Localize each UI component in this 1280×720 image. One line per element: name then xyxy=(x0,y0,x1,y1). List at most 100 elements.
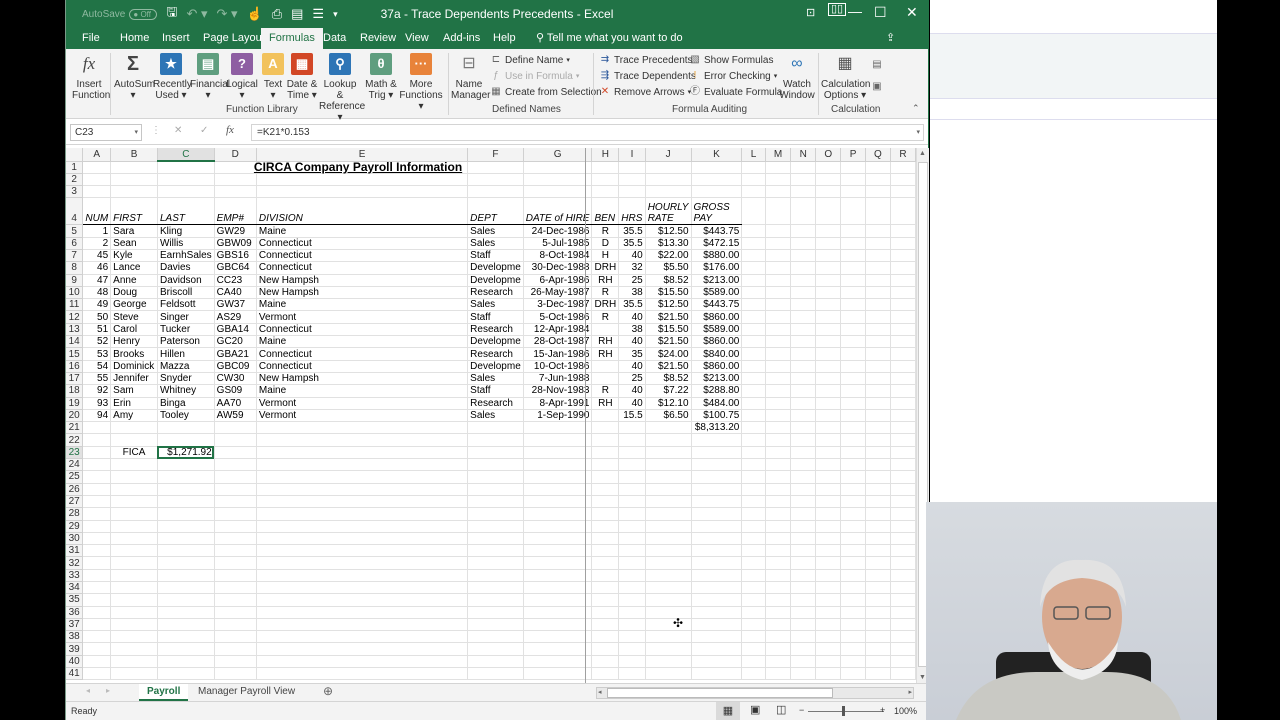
name-box-dropdown-icon[interactable]: ▾ xyxy=(134,125,138,140)
cell-m14[interactable] xyxy=(765,335,792,349)
use-in-formula-button[interactable]: ƒ Use in Formula ▾ xyxy=(490,70,579,82)
cell-b20[interactable]: Amy xyxy=(110,409,158,423)
cell-r6[interactable] xyxy=(890,237,916,250)
cell-r2[interactable] xyxy=(890,173,916,187)
cell-j28[interactable] xyxy=(645,507,692,521)
cell-o41[interactable] xyxy=(815,667,842,681)
cell-g16[interactable]: 10-Oct-1986 xyxy=(523,360,593,373)
cell-c32[interactable] xyxy=(157,556,215,570)
zoom-slider-thumb[interactable] xyxy=(842,706,845,716)
cell-f37[interactable] xyxy=(467,618,524,632)
cell-n39[interactable] xyxy=(790,642,817,656)
cell-b25[interactable] xyxy=(110,470,158,484)
cell-l33[interactable] xyxy=(741,569,766,583)
cell-a16[interactable]: 54 xyxy=(82,360,112,373)
cell-e39[interactable] xyxy=(256,642,469,656)
cell-l39[interactable] xyxy=(741,642,766,656)
cell-c17[interactable]: Snyder xyxy=(157,372,215,386)
column-header-b[interactable]: B xyxy=(110,148,158,162)
cell-l9[interactable] xyxy=(741,274,766,287)
cell-l20[interactable] xyxy=(741,409,766,423)
cell-e17[interactable]: New Hampsh xyxy=(256,372,469,386)
horizontal-scroll-thumb[interactable] xyxy=(607,688,833,698)
tab-add-ins[interactable]: Add-ins xyxy=(435,28,488,49)
cell-k3[interactable] xyxy=(691,185,743,199)
cell-r30[interactable] xyxy=(890,532,916,546)
cell-i36[interactable] xyxy=(618,606,646,619)
cell-c16[interactable]: Mazza xyxy=(157,360,215,373)
cell-n41[interactable] xyxy=(790,667,817,681)
cell-p18[interactable] xyxy=(840,384,866,398)
cell-p20[interactable] xyxy=(840,409,866,423)
cell-k33[interactable] xyxy=(691,569,743,583)
cell-d19[interactable]: AA70 xyxy=(214,397,257,410)
autosum-button[interactable]: Σ AutoSum ▾ xyxy=(114,51,155,101)
cell-h26[interactable] xyxy=(591,483,620,496)
row-header[interactable]: 31 xyxy=(66,544,84,558)
cell-i15[interactable]: 35 xyxy=(618,347,646,361)
cell-m1[interactable] xyxy=(765,161,792,174)
expand-formula-bar-icon[interactable]: ▾ xyxy=(916,125,920,140)
show-formulas-button[interactable]: ▧ Show Formulas xyxy=(689,54,773,66)
cell-o40[interactable] xyxy=(815,655,842,669)
cell-b18[interactable]: Sam xyxy=(110,384,158,398)
cell-h22[interactable] xyxy=(591,433,620,447)
cell-k2[interactable] xyxy=(691,173,743,187)
cell-a9[interactable]: 47 xyxy=(82,274,112,287)
cell-m9[interactable] xyxy=(765,274,792,287)
zoom-slider-track[interactable] xyxy=(808,711,884,712)
cell-r26[interactable] xyxy=(890,483,916,496)
minimize-icon[interactable]: — xyxy=(848,3,862,19)
cell-d2[interactable] xyxy=(214,173,257,187)
cell-d39[interactable] xyxy=(214,642,257,656)
cell-g29[interactable] xyxy=(523,520,593,533)
cell-p31[interactable] xyxy=(840,544,866,558)
cell-l18[interactable] xyxy=(741,384,766,398)
cell-l26[interactable] xyxy=(741,483,766,496)
cell-f33[interactable] xyxy=(467,569,524,583)
cell-h40[interactable] xyxy=(591,655,620,669)
close-icon[interactable]: ✕ xyxy=(906,4,918,21)
cell-l10[interactable] xyxy=(741,286,766,300)
cell-d13[interactable]: GBA14 xyxy=(214,323,257,337)
cell-q35[interactable] xyxy=(865,593,892,607)
cell-h25[interactable] xyxy=(591,470,620,484)
enter-icon[interactable]: ✓ xyxy=(200,125,208,136)
cell-l35[interactable] xyxy=(741,593,766,607)
cell-b39[interactable] xyxy=(110,642,158,656)
cell-r33[interactable] xyxy=(890,569,916,583)
cell-q17[interactable] xyxy=(865,372,892,386)
cell-c6[interactable]: Willis xyxy=(157,237,215,250)
cell-j18[interactable]: $7.22 xyxy=(645,384,692,398)
fica-value-active-cell[interactable]: $1,271.92 xyxy=(157,446,215,460)
cell-a25[interactable] xyxy=(82,470,112,484)
cell-p24[interactable] xyxy=(840,458,866,472)
cell-n27[interactable] xyxy=(790,495,817,509)
column-header-c[interactable]: C xyxy=(157,148,215,162)
cell-k39[interactable] xyxy=(691,642,743,656)
cell-b36[interactable] xyxy=(110,606,158,619)
cell-h33[interactable] xyxy=(591,569,620,583)
cell-b30[interactable] xyxy=(110,532,158,546)
cell-j23[interactable] xyxy=(645,446,692,460)
cell-j29[interactable] xyxy=(645,520,692,533)
cell-e13[interactable]: Connecticut xyxy=(256,323,469,337)
cell-r24[interactable] xyxy=(890,458,916,472)
cell-j15[interactable]: $24.00 xyxy=(645,347,692,361)
cell-m7[interactable] xyxy=(765,249,792,263)
cell-h13[interactable] xyxy=(591,323,620,337)
cell-q40[interactable] xyxy=(865,655,892,669)
cell-d22[interactable] xyxy=(214,433,257,447)
cell-b11[interactable]: George xyxy=(110,298,158,312)
financial-button[interactable]: ▤ Financial ▾ xyxy=(190,51,230,101)
total-gross-pay[interactable]: $8,313.20 xyxy=(691,421,743,435)
row-header[interactable]: 25 xyxy=(66,470,84,484)
watch-window-button[interactable]: ∞ Watch Window xyxy=(779,51,815,101)
cell-m36[interactable] xyxy=(765,606,792,619)
row-header[interactable]: 10 xyxy=(66,286,84,300)
cell-n23[interactable] xyxy=(790,446,817,460)
cell-j20[interactable]: $6.50 xyxy=(645,409,692,423)
cell-l25[interactable] xyxy=(741,470,766,484)
cell-f8[interactable]: Developme xyxy=(467,261,524,275)
row-header[interactable]: 3 xyxy=(66,185,84,199)
